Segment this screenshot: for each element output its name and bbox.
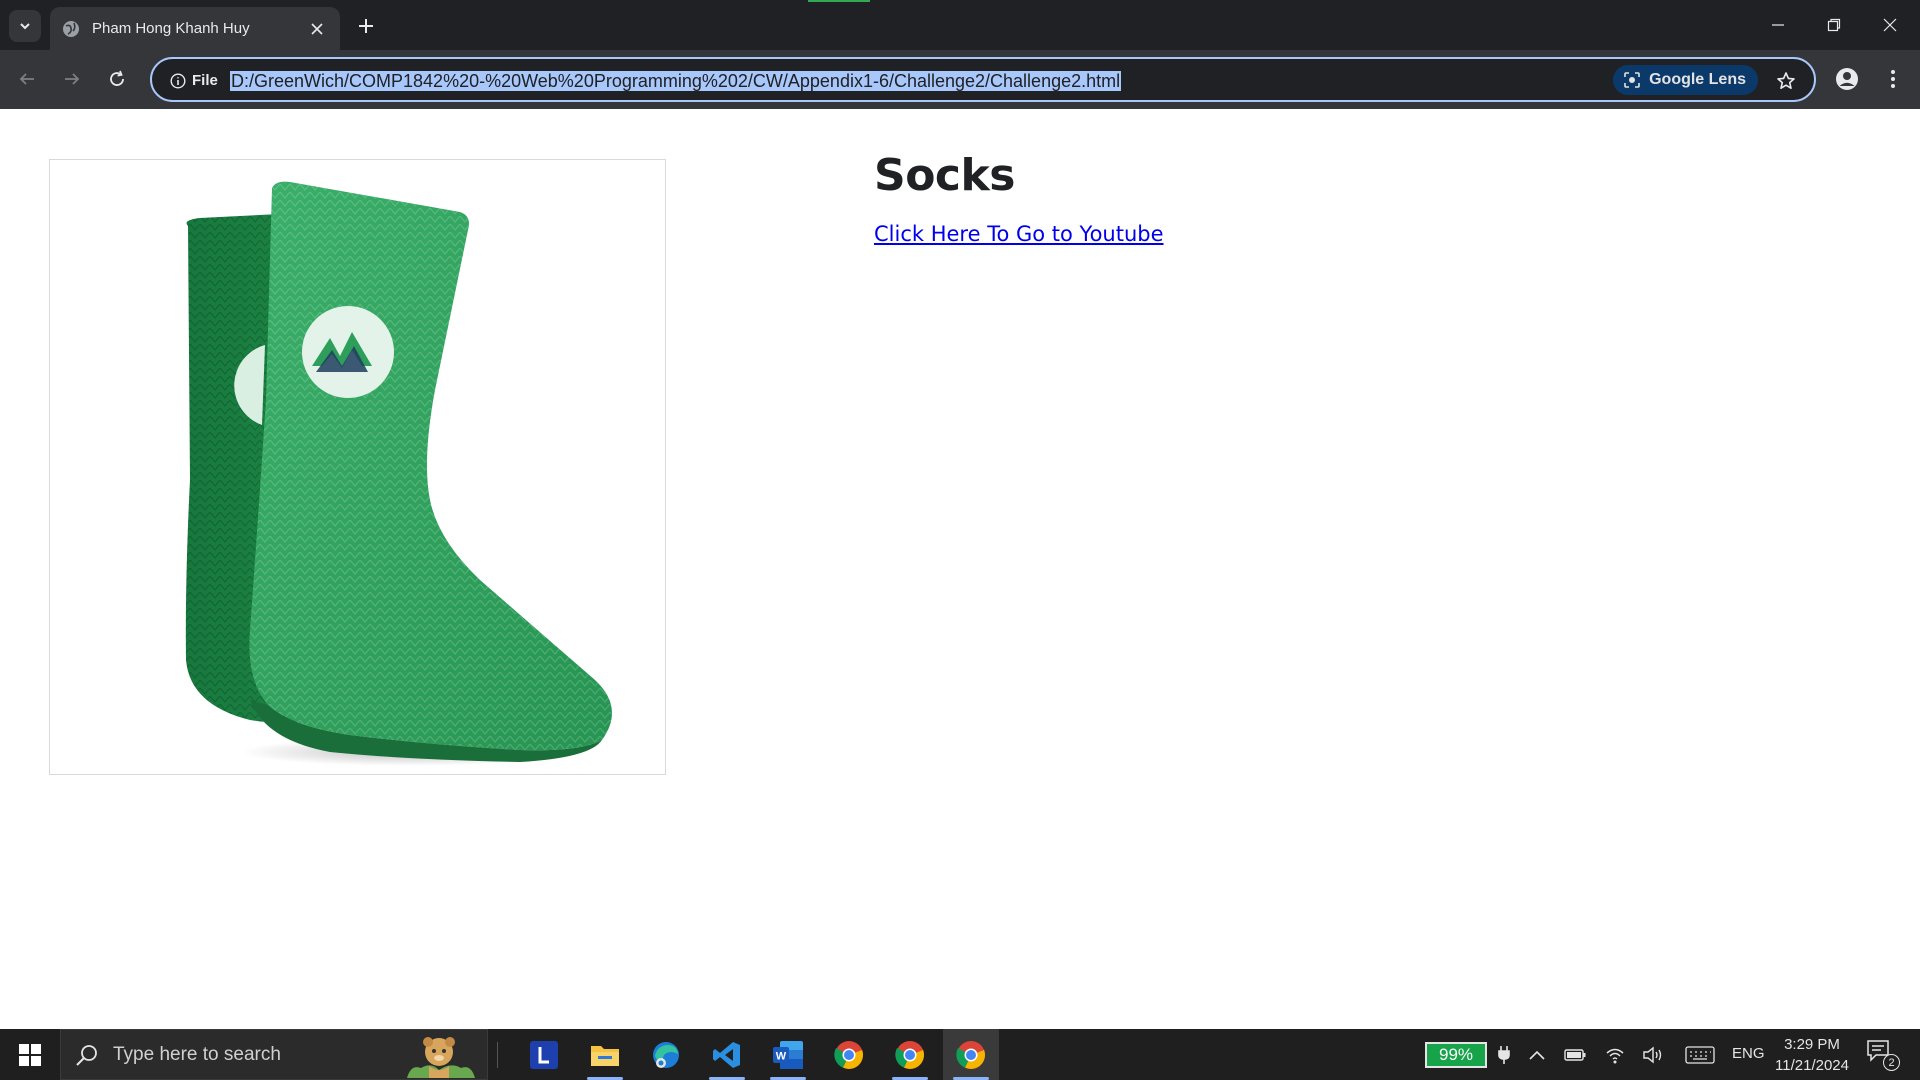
taskbar-search[interactable]: Type here to search — [60, 1029, 488, 1080]
bookmark-button[interactable] — [1772, 67, 1800, 95]
info-icon — [170, 72, 186, 89]
url-text[interactable]: D:/GreenWich/COMP1842%20-%20Web%20Progra… — [230, 69, 1122, 93]
search-icon — [76, 1044, 97, 1066]
close-icon — [1883, 18, 1897, 32]
lens-icon — [1624, 72, 1640, 88]
notification-center-button[interactable]: 2 — [1866, 1039, 1902, 1071]
taskbar-app-chrome-1[interactable] — [821, 1029, 877, 1080]
svg-text:W: W — [776, 1050, 787, 1062]
browser-toolbar: File D:/GreenWich/COMP1842%20-%20Web%20P… — [0, 50, 1920, 109]
input-language[interactable]: ENG — [1732, 1045, 1765, 1062]
profile-button[interactable] — [1830, 62, 1864, 96]
tab-active[interactable]: Pham Hong Khanh Huy — [50, 7, 340, 50]
page-title: Socks — [874, 150, 1015, 201]
forward-button[interactable] — [55, 62, 89, 96]
vscode-icon — [713, 1041, 740, 1068]
wifi-icon[interactable] — [1600, 1029, 1630, 1080]
taskbar-app-vscode[interactable] — [699, 1029, 755, 1080]
youtube-link[interactable]: Click Here To Go to Youtube — [874, 222, 1164, 246]
browser-menu-button[interactable] — [1876, 62, 1910, 96]
arrow-left-icon — [19, 73, 34, 85]
star-icon — [1777, 72, 1795, 89]
site-info-label: File — [192, 72, 218, 89]
show-hidden-icons-button[interactable] — [1522, 1029, 1552, 1080]
globe-icon — [62, 20, 80, 38]
taskbar-app-word[interactable]: W — [760, 1029, 816, 1080]
windows-taskbar: Type here to search W 99% ENG 3:29 PM 11… — [0, 1029, 1920, 1080]
chrome-icon — [956, 1040, 986, 1069]
clock[interactable]: 3:29 PM 11/21/2024 — [1770, 1034, 1854, 1076]
new-tab-button[interactable] — [352, 12, 380, 40]
power-plug-icon[interactable] — [1492, 1029, 1516, 1080]
address-bar[interactable]: File D:/GreenWich/COMP1842%20-%20Web%20P… — [150, 57, 1816, 102]
taskbar-app-chrome-2[interactable] — [882, 1029, 938, 1080]
google-lens-label: Google Lens — [1649, 71, 1746, 88]
restore-icon — [1827, 18, 1841, 32]
word-icon: W — [773, 1040, 803, 1069]
clock-date: 11/21/2024 — [1775, 1057, 1849, 1074]
chevron-up-icon — [1529, 1050, 1545, 1060]
close-tab-icon[interactable] — [306, 18, 328, 40]
minimize-icon — [1772, 24, 1784, 26]
taskbar-app-file-explorer[interactable] — [577, 1029, 633, 1080]
page-content: Socks Click Here To Go to Youtube — [0, 109, 1920, 1029]
reload-icon — [110, 70, 124, 86]
tab-search-button[interactable] — [9, 10, 41, 42]
taskbar-separator — [497, 1042, 498, 1068]
person-icon — [1836, 68, 1858, 90]
tab-strip: Pham Hong Khanh Huy — [0, 0, 1920, 50]
taskbar-app-edge[interactable] — [638, 1029, 694, 1080]
arrow-right-icon — [65, 73, 80, 85]
launcher-l-icon — [530, 1040, 558, 1069]
chevron-down-icon — [20, 23, 30, 30]
site-info-chip[interactable]: File — [164, 67, 224, 94]
restore-button[interactable] — [1806, 0, 1862, 50]
volume-icon[interactable] — [1638, 1029, 1668, 1080]
taskbar-app-chrome-3[interactable] — [943, 1029, 999, 1080]
edge-icon — [653, 1041, 679, 1068]
chrome-icon — [834, 1040, 864, 1069]
battery-icon[interactable] — [1560, 1029, 1590, 1080]
url-selection: D:/GreenWich/COMP1842%20-%20Web%20Progra… — [230, 71, 1122, 91]
battery-percentage[interactable]: 99% — [1425, 1042, 1487, 1068]
clock-time: 3:29 PM — [1784, 1036, 1840, 1053]
socks-illustration — [185, 181, 612, 766]
minimize-button[interactable] — [1750, 0, 1806, 50]
back-button[interactable] — [10, 62, 44, 96]
notification-count-badge: 2 — [1883, 1054, 1900, 1071]
plus-icon — [359, 19, 373, 33]
close-window-button[interactable] — [1862, 0, 1918, 50]
chrome-icon — [895, 1040, 925, 1069]
google-lens-button[interactable]: Google Lens — [1613, 65, 1758, 95]
touch-keyboard-icon[interactable] — [1680, 1029, 1720, 1080]
file-explorer-icon — [591, 1045, 619, 1066]
windows-logo-icon — [19, 1043, 41, 1066]
window-accent-bar — [808, 0, 870, 2]
start-button[interactable] — [0, 1029, 60, 1080]
reload-button[interactable] — [100, 62, 134, 96]
product-image — [49, 159, 666, 775]
more-vert-icon — [1891, 70, 1895, 88]
tab-title: Pham Hong Khanh Huy — [92, 20, 250, 37]
search-placeholder: Type here to search — [113, 1043, 281, 1065]
search-highlight-icon — [407, 1037, 475, 1078]
taskbar-app-launcher[interactable] — [516, 1029, 572, 1080]
